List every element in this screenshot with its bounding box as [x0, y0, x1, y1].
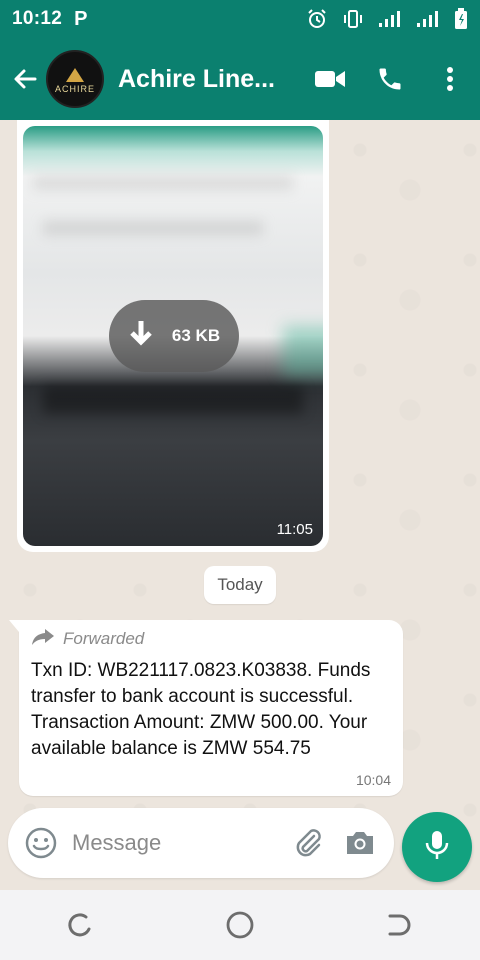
signal-icon [378, 9, 402, 29]
image-message-time: 11:05 [276, 521, 313, 538]
status-time: 10:12 [12, 8, 63, 29]
logo-mark-icon [66, 68, 84, 82]
download-button[interactable]: 63 KB [109, 300, 239, 372]
parking-indicator: P [74, 7, 88, 30]
attach-icon[interactable] [286, 821, 330, 865]
download-icon [128, 319, 154, 354]
contact-name[interactable]: Achire Line... [118, 65, 283, 94]
battery-icon [454, 8, 468, 30]
alarm-icon [306, 8, 328, 30]
vibrate-icon [342, 8, 364, 30]
back-icon[interactable] [370, 895, 430, 955]
date-separator: Today [204, 566, 276, 604]
image-thumbnail[interactable]: 63 KB 11:05 [23, 126, 323, 546]
more-vert-icon[interactable] [420, 49, 480, 109]
forward-icon [31, 628, 55, 651]
forwarded-label: Forwarded [31, 628, 391, 650]
message-body: Txn ID: WB221117.0823.K03838. Funds tran… [31, 660, 371, 759]
recents-icon[interactable] [50, 895, 110, 955]
chat-area[interactable]: 63 KB 11:05 Today Forwarded Txn ID: WB22… [0, 120, 480, 890]
avatar[interactable]: ACHIRE [46, 50, 104, 108]
mic-button[interactable] [402, 812, 472, 882]
text-message-time: 10:04 [355, 772, 391, 788]
mic-icon [424, 829, 450, 866]
phone-icon[interactable] [360, 49, 420, 109]
message-composer [8, 808, 394, 878]
message-input[interactable] [72, 830, 252, 856]
status-bar: 10:12 P [0, 0, 480, 38]
system-nav-bar [0, 890, 480, 960]
forwarded-text: Forwarded [63, 629, 145, 648]
image-message-bubble[interactable]: 63 KB 11:05 [17, 120, 329, 552]
emoji-icon[interactable] [22, 824, 60, 862]
avatar-text: ACHIRE [54, 84, 95, 94]
text-message-bubble[interactable]: Forwarded Txn ID: WB221117.0823.K03838. … [9, 620, 403, 796]
back-arrow-icon[interactable] [4, 49, 46, 109]
video-call-icon[interactable] [300, 49, 360, 109]
chat-header: ACHIRE Achire Line... [0, 38, 480, 120]
signal-icon [416, 9, 440, 29]
home-icon[interactable] [210, 895, 270, 955]
download-size: 63 KB [171, 326, 221, 345]
status-icons [306, 8, 468, 30]
camera-icon[interactable] [338, 821, 382, 865]
